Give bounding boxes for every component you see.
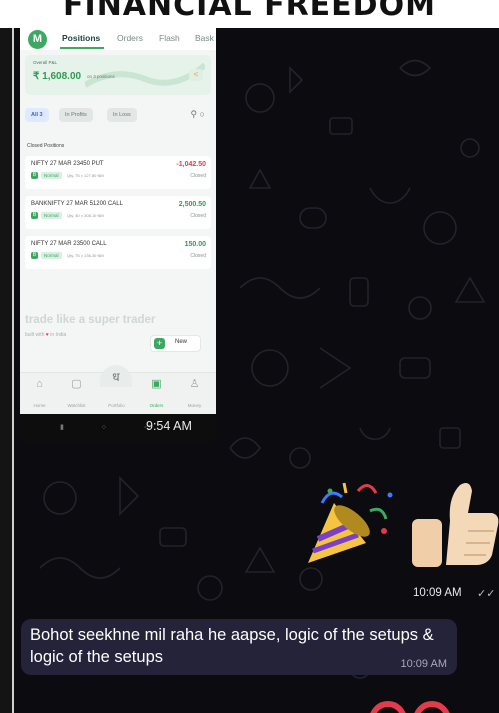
nav-label: Portfolio [108, 403, 125, 408]
search-icon: ⚲ ○ [190, 109, 205, 119]
section-closed-positions: Closed Positions [27, 143, 65, 149]
nav-orders: ▣ Orders [137, 377, 176, 408]
built-suffix: in India [50, 332, 67, 338]
app-tagline: trade like a super trader [25, 314, 156, 326]
trading-app-screen: M Positions Orders Flash Bask Overall P&… [20, 28, 216, 414]
built-in-india: built with ♥ in India [25, 332, 66, 338]
orders-icon: ▣ [151, 378, 162, 390]
bookmark-icon: ▢ [71, 378, 82, 390]
nav-label: Money [187, 403, 202, 408]
pnl-label: Overall P&L [33, 60, 58, 65]
nav-watchlist: ▢ Watchlist [57, 377, 96, 408]
shared-screenshot[interactable]: M Positions Orders Flash Bask Overall P&… [20, 28, 216, 442]
position-filters: All 3 In Profits In Loss ⚲ ○ [25, 108, 211, 124]
nav-label: Watchlist [67, 403, 86, 408]
share-icon: < [189, 69, 203, 81]
buy-badge: B [31, 252, 38, 259]
nav-home: ⌂ Home [20, 377, 59, 408]
sticker-timestamp: 10:09 AM [413, 587, 462, 599]
position-row: NIFTY 27 MAR 23450 PUT -1,042.50 B Norma… [25, 156, 211, 189]
nav-label: Orders [149, 403, 164, 408]
tab-positions: Positions [62, 33, 101, 43]
message-timestamp: 10:09 AM [400, 658, 447, 670]
read-receipt-icon: ✓✓ [477, 588, 496, 600]
tab-orders: Orders [117, 33, 143, 43]
red-circle-icon [414, 701, 450, 713]
header-banner: FINANCIAL FREEDOM [0, 0, 499, 28]
filter-in-profits: In Profits [59, 108, 93, 122]
order-type-badge: Normal [41, 212, 62, 219]
party-popper-icon [308, 482, 393, 563]
nav-label: Home [33, 403, 46, 408]
buy-badge: B [31, 212, 38, 219]
message-text: Bohot seekhne mil raha he aapse, logic o… [30, 626, 434, 666]
message-bubble[interactable]: Bohot seekhne mil raha he aapse, logic o… [21, 619, 457, 675]
position-status: Closed [190, 173, 206, 179]
nav-money: ♙ Money [175, 377, 214, 408]
position-name: NIFTY 27 MAR 23450 PUT [31, 161, 104, 167]
chat-area[interactable]: M Positions Orders Flash Bask Overall P&… [0, 28, 499, 713]
order-type-badge: Normal [41, 252, 62, 259]
filter-in-loss: In Loss [107, 108, 137, 122]
position-pnl: 150.00 [184, 241, 206, 248]
app-header: M Positions Orders Flash Bask [20, 28, 216, 50]
active-tab-indicator [60, 47, 104, 49]
pnl-subtext: on 3 positions [87, 74, 115, 79]
position-row: NIFTY 27 MAR 23500 CALL 150.00 B Normal … [25, 236, 211, 269]
position-status: Closed [190, 253, 206, 259]
position-qty: Qty. 75 × 127.80 NM [67, 173, 104, 178]
buy-badge: B [31, 172, 38, 179]
thumbs-up-icon [412, 483, 499, 567]
position-name: NIFTY 27 MAR 23500 CALL [31, 241, 107, 247]
red-circle-icon [370, 701, 406, 713]
order-type-badge: Normal [41, 172, 62, 179]
new-order-button: + New [150, 335, 201, 352]
screenshot-timestamp: 9:54 AM [146, 419, 192, 433]
banner-title: FINANCIAL FREEDOM [63, 0, 436, 23]
tab-flash: Flash [159, 33, 180, 43]
nav-portfolio: ▤ Portfolio [97, 377, 136, 408]
money-icon: ♙ [189, 378, 200, 390]
position-qty: Qty. 30 × 308.10 NM [67, 213, 104, 218]
left-edge-strip [0, 28, 14, 713]
new-button-label: New [175, 339, 188, 345]
app-bottom-nav: ध ⌂ Home ▢ Watchlist ▤ Portfolio ▣ Order… [20, 365, 216, 414]
position-status: Closed [190, 213, 206, 219]
position-pnl: 2,500.50 [178, 201, 206, 208]
plus-icon: + [154, 338, 165, 349]
position-row: BANKNIFTY 27 MAR 51200 CALL 2,500.50 B N… [25, 196, 211, 229]
tab-basket: Bask [195, 33, 214, 43]
overall-pnl-card: Overall P&L ₹ 1,608.00 on 3 positions < [25, 55, 211, 95]
position-pnl: -1,042.50 [176, 161, 206, 168]
built-prefix: built with [25, 332, 45, 338]
app-logo: M [28, 30, 47, 49]
position-qty: Qty. 75 × 136.30 NM [67, 253, 104, 258]
pnl-value: ₹ 1,608.00 [33, 71, 82, 82]
filter-all: All 3 [25, 108, 49, 122]
reaction-emojis[interactable] [368, 700, 488, 713]
party-thumbs-up-sticker[interactable] [300, 473, 499, 573]
home-icon: ⌂ [36, 378, 43, 390]
heart-icon: ♥ [45, 332, 49, 338]
position-name: BANKNIFTY 27 MAR 51200 CALL [31, 201, 123, 207]
